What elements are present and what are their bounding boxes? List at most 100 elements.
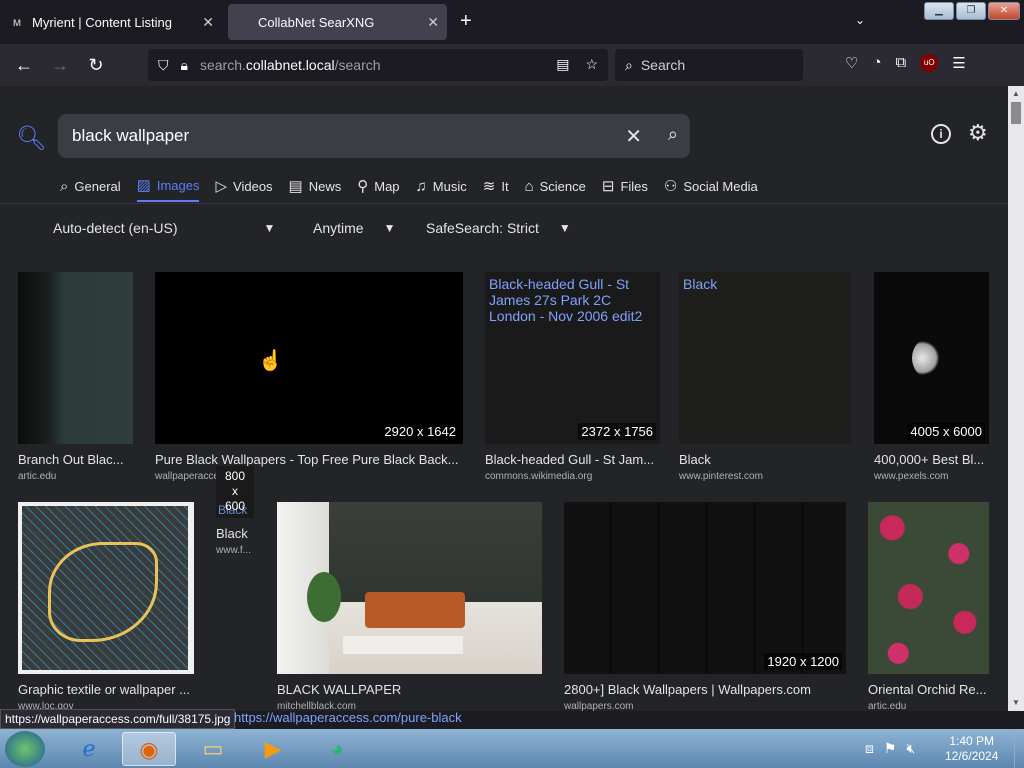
tab-science[interactable]: ⌂ Science: [525, 176, 586, 202]
chevron-down-icon[interactable]: ⌄: [855, 13, 865, 27]
result-title[interactable]: Oriental Orchid Re...: [868, 682, 989, 697]
close-tab-icon[interactable]: ✕: [427, 14, 439, 31]
clear-icon[interactable]: ✕: [625, 124, 642, 149]
result-title[interactable]: Black: [679, 452, 851, 467]
reader-view-icon[interactable]: ▤: [556, 56, 569, 73]
minimize-icon[interactable]: ▁: [924, 2, 954, 20]
lock-icon[interactable]: 🔒︎: [181, 57, 188, 74]
tab-searxng[interactable]: CollabNet SearXNG ✕: [228, 4, 447, 40]
bookmark-star-icon[interactable]: ☆: [585, 56, 598, 73]
search-placeholder: Search: [640, 57, 686, 73]
show-desktop-button[interactable]: [1014, 729, 1024, 768]
result-image[interactable]: [277, 502, 542, 674]
searxng-logo-icon[interactable]: 🔍︎: [16, 124, 46, 153]
music-icon: ♫: [415, 177, 427, 195]
tab-strip: ᴍ Myrient | Content Listing ✕ CollabNet …: [0, 0, 1024, 44]
caret-down-icon: ▼: [383, 221, 396, 235]
forward-icon[interactable]: →: [48, 53, 72, 77]
tab-videos[interactable]: ▷ Videos: [215, 176, 272, 202]
result-image[interactable]: [18, 272, 133, 444]
pocket-icon[interactable]: ♡: [845, 54, 858, 72]
tab-map[interactable]: ⚲ Map: [357, 176, 399, 202]
new-tab-icon[interactable]: +: [460, 10, 472, 33]
result-source: commons.wikimedia.org: [485, 471, 593, 482]
result-source: www.pexels.com: [874, 471, 949, 482]
clock[interactable]: 1:40 PM 12/6/2024: [945, 734, 998, 764]
tab-files[interactable]: ⊟ Files: [602, 176, 648, 202]
result-image[interactable]: Black: [679, 272, 851, 444]
tab-news[interactable]: ▤ News: [289, 176, 342, 202]
result-source: wallpaperaccess.com: [155, 471, 225, 482]
time-range-select[interactable]: Anytime ▼: [313, 220, 395, 236]
address-bar[interactable]: ⛉ 🔒︎ search.collabnet.local/search ▤ ☆: [148, 49, 608, 81]
result-image[interactable]: Black-headed Gull - St James 27s Park 2C…: [485, 272, 660, 444]
result-title[interactable]: Graphic textile or wallpaper ...: [18, 682, 194, 697]
reload-icon[interactable]: ↻: [84, 53, 108, 77]
myrient-icon: ᴍ: [12, 15, 22, 29]
close-tab-icon[interactable]: ✕: [202, 14, 214, 31]
scrollbar-thumb[interactable]: [1011, 102, 1021, 124]
divider: [0, 203, 1008, 204]
layers-icon: ≋: [482, 178, 496, 195]
network-icon[interactable]: ⧈: [865, 740, 874, 757]
close-window-icon[interactable]: ✕: [988, 2, 1020, 20]
flag-icon[interactable]: ⚑: [884, 740, 897, 757]
result-title[interactable]: 400,000+ Best Bl...: [874, 452, 989, 467]
safesearch-select[interactable]: SafeSearch: Strict ▼: [426, 220, 571, 236]
result-image[interactable]: 1920 x 1200: [564, 502, 846, 674]
back-icon[interactable]: ←: [12, 53, 36, 77]
menu-icon[interactable]: ☰: [952, 54, 965, 72]
info-icon[interactable]: i: [931, 124, 951, 144]
result-source: wallpapers.com: [564, 701, 634, 711]
internet-explorer-icon[interactable]: ℯ: [62, 732, 116, 766]
play-icon: ▷: [215, 178, 228, 195]
shield-icon[interactable]: ⛉: [158, 57, 169, 74]
search-bar[interactable]: ⌕ Search: [615, 49, 803, 81]
tab-general[interactable]: ⌕ General: [60, 176, 121, 202]
tab-myrient[interactable]: ᴍ Myrient | Content Listing ✕: [0, 4, 222, 40]
maximize-icon[interactable]: ❐: [956, 2, 986, 20]
status-link-url: https://wallpaperaccess.com/pure-black: [234, 710, 462, 725]
result-image[interactable]: Black 800 x 600: [216, 466, 254, 518]
result-source: artic.edu: [868, 701, 907, 711]
tab-music[interactable]: ♫ Music: [416, 176, 467, 202]
result-image[interactable]: [868, 502, 989, 674]
url-text[interactable]: search.collabnet.local/search: [200, 57, 381, 73]
search-icon[interactable]: ⌕: [668, 124, 678, 145]
result-title[interactable]: 2800+] Black Wallpapers | Wallpapers.com: [564, 682, 846, 697]
tab-images[interactable]: ▨ Images: [136, 176, 200, 202]
scroll-up-icon[interactable]: ▲: [1012, 89, 1020, 98]
image-alt-text: Black: [683, 276, 718, 292]
result-image[interactable]: 4005 x 6000: [874, 272, 989, 444]
result-image[interactable]: [18, 502, 194, 674]
file-explorer-icon[interactable]: ▭: [186, 732, 240, 766]
result-image[interactable]: 2920 x 1642: [155, 272, 463, 444]
sync-icon[interactable]: ◔: [872, 54, 881, 72]
moon-image: [912, 338, 946, 378]
language-select[interactable]: Auto-detect (en-US) ▼: [53, 220, 275, 236]
result-title[interactable]: Black-headed Gull - St Jam...: [485, 452, 660, 467]
result-title[interactable]: BLACK WALLPAPER: [277, 682, 542, 697]
tab-social-media[interactable]: ⚇ Social Media: [664, 176, 758, 202]
result-title[interactable]: Black: [216, 526, 256, 541]
page-scrollbar[interactable]: ▲ ▼: [1008, 86, 1024, 711]
media-player-icon[interactable]: ▶: [246, 732, 300, 766]
result-title[interactable]: Branch Out Blac...: [18, 452, 133, 467]
tab-it[interactable]: ≋ It: [483, 176, 509, 202]
orange-sofa: [365, 592, 465, 628]
map-pin-icon: ⚲: [357, 178, 369, 195]
windows-start-icon[interactable]: [5, 731, 45, 767]
volume-muted-icon[interactable]: 🔇︎: [906, 740, 915, 757]
rug: [343, 636, 463, 654]
ublock-origin-icon[interactable]: uO: [920, 54, 939, 72]
firefox-icon[interactable]: ◉: [122, 732, 176, 766]
image-dimensions: 4005 x 6000: [907, 423, 985, 440]
tab-title: CollabNet SearXNG: [258, 14, 375, 30]
search-input[interactable]: [72, 126, 612, 146]
result-title[interactable]: Pure Black Wallpapers - Top Free Pure Bl…: [155, 452, 467, 467]
scroll-down-icon[interactable]: ▼: [1012, 698, 1020, 707]
plant: [307, 572, 341, 622]
extensions-icon[interactable]: ⧉: [896, 54, 907, 72]
gear-icon[interactable]: ⚙: [968, 120, 988, 146]
app-icon[interactable]: ◕: [310, 732, 364, 766]
